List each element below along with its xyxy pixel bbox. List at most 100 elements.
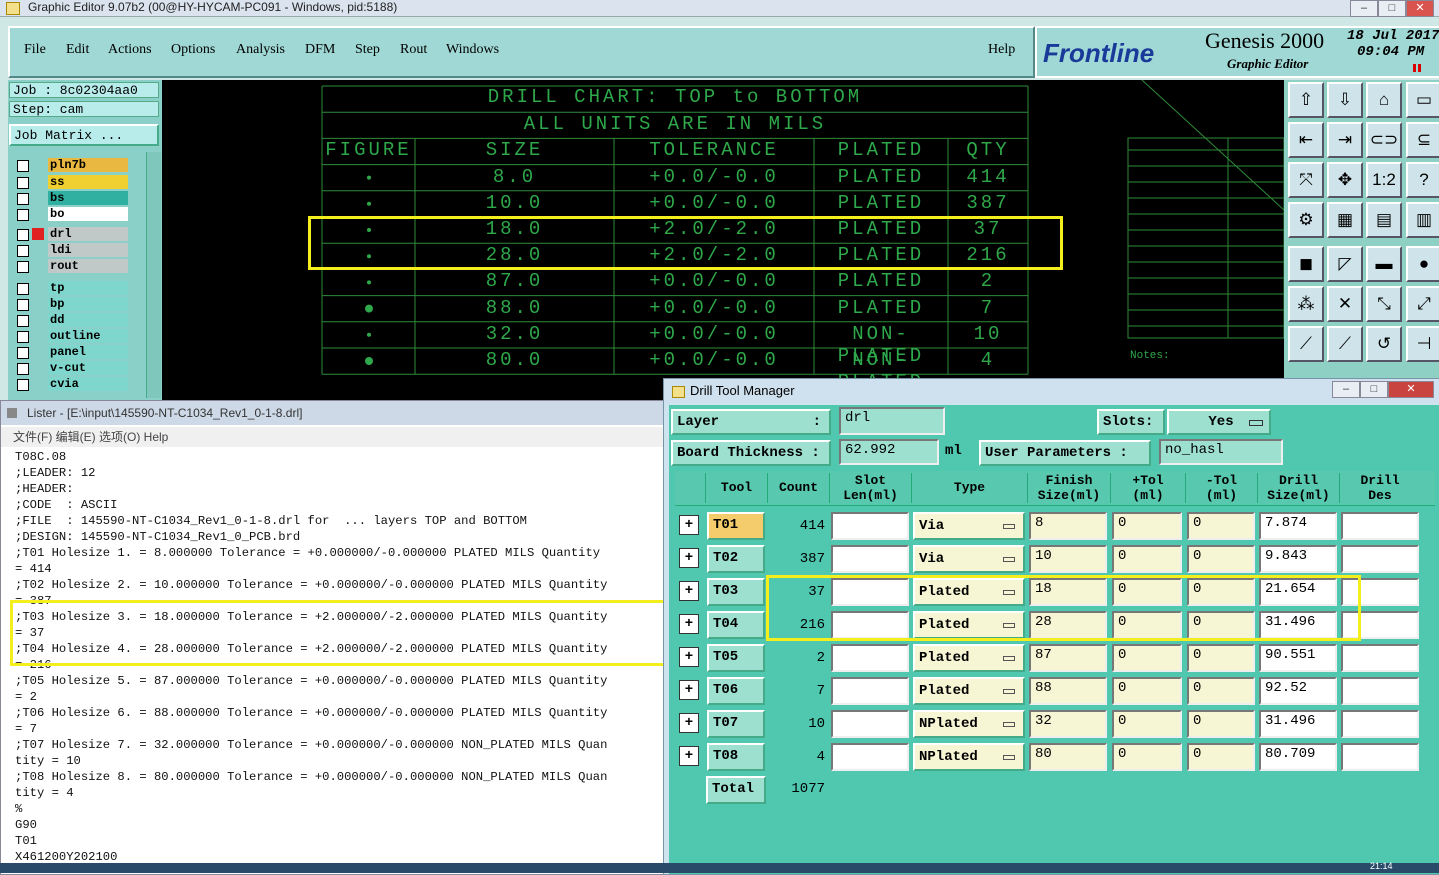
- drill-des-field[interactable]: [1341, 512, 1419, 540]
- job-matrix-button[interactable]: Job Matrix ...: [9, 124, 159, 146]
- expand-icon[interactable]: +: [679, 548, 699, 568]
- layer-row-pln7b[interactable]: pln7b: [14, 158, 130, 172]
- menu-windows[interactable]: Windows: [446, 42, 499, 58]
- layer-row-ss[interactable]: ss: [14, 175, 130, 189]
- layer-checkbox[interactable]: [17, 261, 29, 273]
- plus-tol-field[interactable]: 0: [1112, 677, 1182, 705]
- layer-row-tp[interactable]: tp: [14, 281, 130, 295]
- finish-size-field[interactable]: 10: [1029, 545, 1107, 573]
- tool-icon[interactable]: ▦: [1327, 202, 1363, 238]
- drill-des-field[interactable]: [1341, 677, 1419, 705]
- layer-row-cvia[interactable]: cvia: [14, 377, 130, 391]
- tool-icon[interactable]: ⁂: [1288, 286, 1324, 322]
- slot-length-field[interactable]: [831, 512, 909, 540]
- tool-icon[interactable]: ⟋: [1288, 326, 1324, 362]
- layer-checkbox[interactable]: [17, 160, 29, 172]
- type-dropdown[interactable]: NPlated: [913, 710, 1025, 738]
- type-dropdown[interactable]: Plated: [913, 644, 1025, 672]
- tool-icon[interactable]: ⤡: [1366, 286, 1402, 322]
- tool-icon[interactable]: ⊂⊃: [1366, 122, 1402, 158]
- tool-icon[interactable]: 1:2: [1366, 162, 1402, 198]
- tool-icon[interactable]: ⊆: [1406, 122, 1439, 158]
- plus-tol-field[interactable]: 0: [1112, 644, 1182, 672]
- layer-checkbox[interactable]: [17, 193, 29, 205]
- tool-icon[interactable]: ⇧: [1288, 82, 1324, 118]
- drill-size-field[interactable]: 90.551: [1259, 644, 1337, 672]
- layer-scrollbar[interactable]: [146, 152, 161, 398]
- layer-checkbox[interactable]: [17, 331, 29, 343]
- expand-icon[interactable]: +: [679, 515, 699, 535]
- tool-icon[interactable]: ⤢: [1406, 286, 1439, 322]
- tool-icon[interactable]: ↺: [1366, 326, 1402, 362]
- menu-rout[interactable]: Rout: [400, 42, 427, 58]
- layer-checkbox[interactable]: [17, 299, 29, 311]
- minus-tol-field[interactable]: 0: [1187, 545, 1255, 573]
- layer-checkbox[interactable]: [17, 347, 29, 359]
- layer-row-panel[interactable]: panel: [14, 345, 130, 359]
- expand-icon[interactable]: +: [679, 746, 699, 766]
- layer-checkbox[interactable]: [17, 379, 29, 391]
- slot-length-field[interactable]: [831, 677, 909, 705]
- expand-icon[interactable]: +: [679, 614, 699, 634]
- tool-icon[interactable]: ✕: [1327, 286, 1363, 322]
- tool-icon[interactable]: ⤧: [1288, 162, 1324, 198]
- tool-icon[interactable]: ✥: [1327, 162, 1363, 198]
- tool-icon[interactable]: ⇤: [1288, 122, 1324, 158]
- layer-row-bs[interactable]: bs: [14, 191, 130, 205]
- menu-edit[interactable]: Edit: [66, 42, 89, 58]
- drill-des-field[interactable]: [1341, 743, 1419, 771]
- tool-icon[interactable]: ▬: [1366, 246, 1402, 282]
- tool-icon[interactable]: ⇩: [1327, 82, 1363, 118]
- tool-icon[interactable]: ▥: [1406, 202, 1439, 238]
- finish-size-field[interactable]: 88: [1029, 677, 1107, 705]
- layer-checkbox[interactable]: [17, 229, 29, 241]
- menu-actions[interactable]: Actions: [108, 42, 152, 58]
- menu-analysis[interactable]: Analysis: [236, 42, 285, 58]
- tool-icon[interactable]: ▤: [1366, 202, 1402, 238]
- expand-icon[interactable]: +: [679, 647, 699, 667]
- layer-checkbox[interactable]: [17, 245, 29, 257]
- minus-tol-field[interactable]: 0: [1187, 644, 1255, 672]
- finish-size-field[interactable]: 80: [1029, 743, 1107, 771]
- tool-icon[interactable]: ●: [1406, 246, 1439, 282]
- slots-dropdown[interactable]: Yes: [1167, 409, 1271, 435]
- drill-size-field[interactable]: 80.709: [1259, 743, 1337, 771]
- layer-row-v-cut[interactable]: v-cut: [14, 361, 130, 375]
- plus-tol-field[interactable]: 0: [1112, 512, 1182, 540]
- minimize-button[interactable]: –: [1350, 0, 1378, 17]
- minus-tol-field[interactable]: 0: [1187, 677, 1255, 705]
- tool-icon[interactable]: ⟋: [1327, 326, 1363, 362]
- drill-size-field[interactable]: 31.496: [1259, 710, 1337, 738]
- menu-options[interactable]: Options: [171, 42, 215, 58]
- menu-dfm[interactable]: DFM: [305, 42, 335, 58]
- tool-icon[interactable]: ⇥: [1327, 122, 1363, 158]
- layer-checkbox[interactable]: [17, 177, 29, 189]
- tool-icon[interactable]: ⚙: [1288, 202, 1324, 238]
- drill-size-field[interactable]: 92.52: [1259, 677, 1337, 705]
- expand-icon[interactable]: +: [679, 680, 699, 700]
- slot-length-field[interactable]: [831, 644, 909, 672]
- plus-tol-field[interactable]: 0: [1112, 545, 1182, 573]
- layer-row-rout[interactable]: rout: [14, 259, 130, 273]
- dtm-close-button[interactable]: ✕: [1388, 381, 1434, 398]
- layer-row-drl[interactable]: drl: [14, 227, 130, 241]
- menu-file[interactable]: File: [24, 42, 46, 58]
- tool-icon[interactable]: ▭: [1406, 82, 1439, 118]
- drill-size-field[interactable]: 7.874: [1259, 512, 1337, 540]
- layer-row-ldi[interactable]: ldi: [14, 243, 130, 257]
- layer-field[interactable]: drl: [839, 407, 945, 435]
- dtm-minimize-button[interactable]: –: [1332, 381, 1360, 398]
- user-params-field[interactable]: no_hasl: [1159, 439, 1283, 465]
- layer-checkbox[interactable]: [17, 363, 29, 375]
- layer-checkbox[interactable]: [17, 209, 29, 221]
- layer-row-outline[interactable]: outline: [14, 329, 130, 343]
- layer-row-bp[interactable]: bp: [14, 297, 130, 311]
- slot-length-field[interactable]: [831, 743, 909, 771]
- expand-icon[interactable]: +: [679, 713, 699, 733]
- lister-menu[interactable]: 文件(F) 编辑(E) 选项(O) Help: [13, 427, 168, 447]
- minus-tol-field[interactable]: 0: [1187, 512, 1255, 540]
- layer-checkbox[interactable]: [17, 283, 29, 295]
- maximize-button[interactable]: □: [1378, 0, 1406, 17]
- dtm-maximize-button[interactable]: □: [1360, 381, 1388, 398]
- thickness-field[interactable]: 62.992: [839, 439, 939, 465]
